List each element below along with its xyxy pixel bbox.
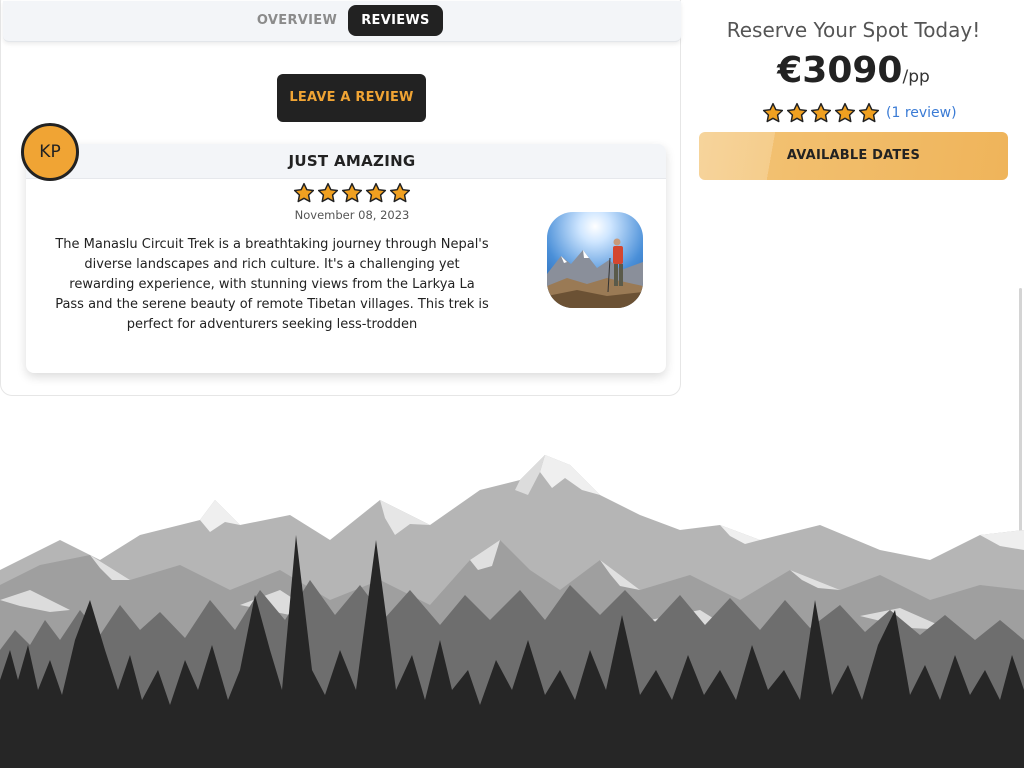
star-icon [365,182,387,203]
review-rating [293,182,413,206]
tab-bar: OVERVIEW REVIEWS [3,1,681,42]
star-icon [762,102,784,123]
review-photo [547,212,643,308]
review-title: JUST AMAZING [288,152,416,170]
price-unit: /pp [902,67,930,87]
available-dates-button[interactable]: AVAILABLE DATES [699,132,1008,180]
star-icon [293,182,315,203]
avatar: KP [21,123,79,181]
leave-review-button[interactable]: LEAVE A REVIEW [277,74,426,122]
star-icon [341,182,363,203]
booking-rating: (1 review) [762,101,957,125]
star-icon [834,102,856,123]
review-text: The Manaslu Circuit Trek is a breathtaki… [55,237,489,332]
review-card: JUST AMAZING November 08, 2023 The Manas… [26,144,666,373]
reserve-heading: Reserve Your Spot Today! [726,18,981,42]
star-icon [858,102,880,123]
star-icon [810,102,832,123]
price: €3090/pp [699,50,1008,91]
mountain-landscape-illustration [0,440,1024,768]
review-count-link[interactable]: (1 review) [886,105,957,121]
reviews-card: OVERVIEW REVIEWS LEAVE A REVIEW JUST AMA… [0,0,681,396]
star-icon [786,102,808,123]
star-icon [317,182,339,203]
tab-overview[interactable]: OVERVIEW [251,5,343,36]
price-amount: €3090 [777,50,903,91]
star-icon [389,182,411,203]
tab-reviews[interactable]: REVIEWS [348,5,443,36]
